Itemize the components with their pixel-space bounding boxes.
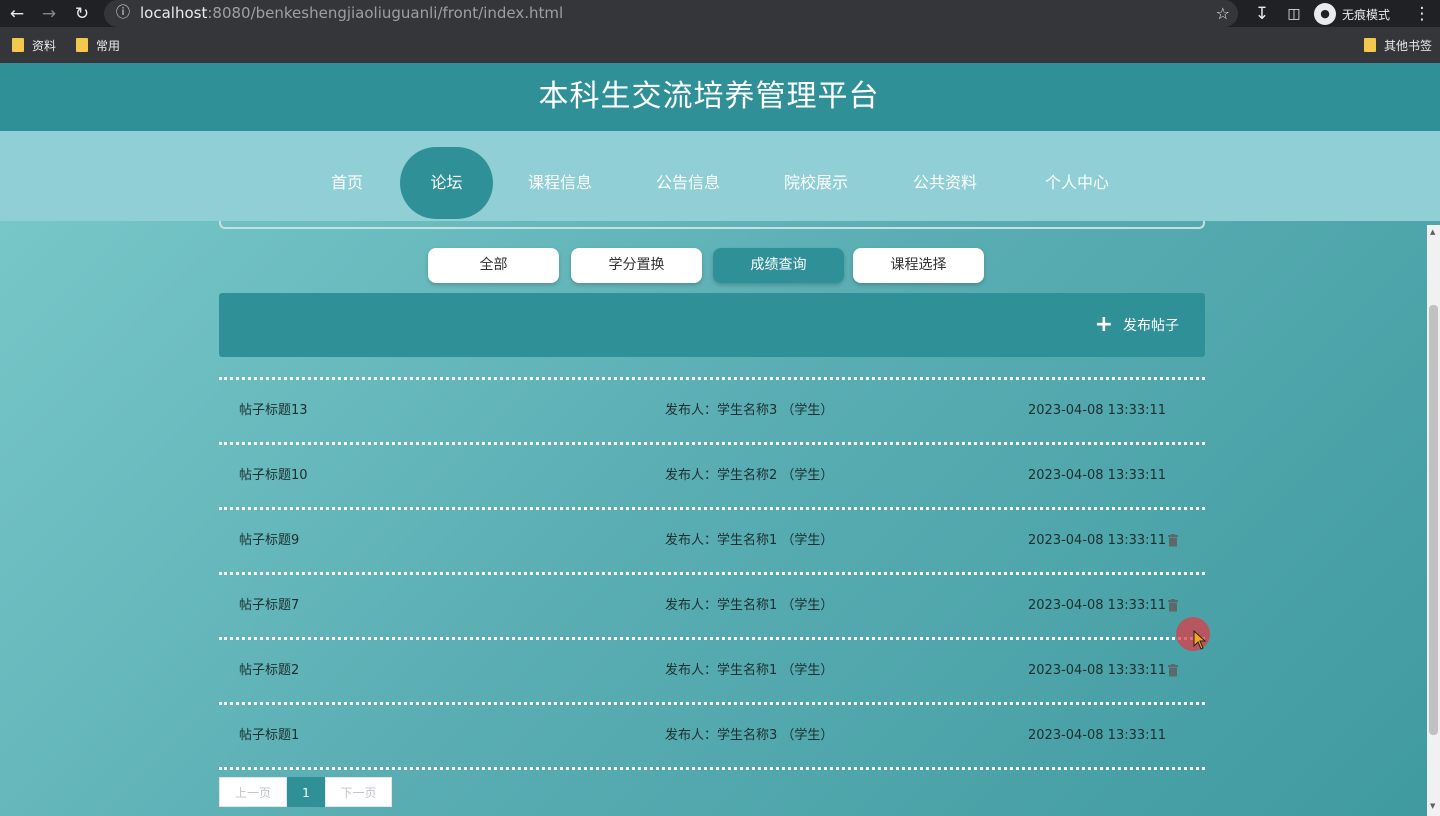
category-grade-query[interactable]: 成绩查询 [713, 248, 844, 283]
menu-kebab-icon[interactable]: ⋮ [1411, 3, 1433, 25]
forum-toolbar: + 发布帖子 [219, 293, 1205, 357]
post-author: 发布人：学生名称2 （学生） [665, 468, 834, 483]
nav-item-courses[interactable]: 课程信息 [515, 147, 605, 219]
post-row[interactable]: 帖子标题1 发布人：学生名称3 （学生） 2023-04-08 13:33:11 [219, 702, 1205, 767]
post-author: 发布人：学生名称3 （学生） [665, 403, 834, 418]
post-author: 发布人：学生名称3 （学生） [665, 728, 834, 743]
post-time: 2023-04-08 13:33:11 [1028, 728, 1167, 743]
address-bar[interactable]: ⓘ localhost:8080/benkeshengjiaoliuguanli… [104, 0, 1238, 27]
bookmark-star-icon[interactable]: ☆ [1216, 3, 1230, 25]
post-time: 2023-04-08 13:33:11 [1028, 403, 1167, 418]
site-title: 本科生交流培养管理平台 [538, 79, 880, 114]
delete-trash-icon[interactable] [1167, 664, 1179, 677]
folder-icon [12, 38, 24, 52]
post-title[interactable]: 帖子标题10 [239, 445, 308, 507]
nav-item-home[interactable]: 首页 [316, 147, 378, 219]
post-time: 2023-04-08 13:33:11 [1028, 598, 1167, 613]
post-title[interactable]: 帖子标题2 [239, 640, 299, 702]
other-bookmarks[interactable]: 其他书签 [1364, 36, 1432, 54]
vertical-scrollbar[interactable]: ▲ ▼ [1427, 225, 1440, 816]
reload-icon[interactable]: ↻ [71, 3, 93, 25]
main-nav: 首页 论坛 课程信息 公告信息 院校展示 公共资料 个人中心 [0, 131, 1440, 221]
category-all[interactable]: 全部 [428, 248, 559, 283]
back-icon[interactable]: ← [6, 3, 28, 25]
bookmark-label: 资料 [32, 38, 57, 53]
post-author: 发布人：学生名称1 （学生） [665, 598, 834, 613]
scroll-up-arrow-icon[interactable]: ▲ [1430, 229, 1437, 236]
publish-post-button[interactable]: + 发布帖子 [1095, 293, 1179, 357]
post-row[interactable]: 帖子标题7 发布人：学生名称1 （学生） 2023-04-08 13:33:11 [219, 572, 1205, 637]
list-divider [219, 767, 1205, 770]
folder-icon [1364, 38, 1376, 52]
pagination: 上一页 1 下一页 [219, 777, 392, 807]
side-panel-icon[interactable]: ◫ [1283, 3, 1305, 25]
post-row[interactable]: 帖子标题13 发布人：学生名称3 （学生） 2023-04-08 13:33:1… [219, 377, 1205, 442]
delete-trash-icon[interactable] [1167, 534, 1179, 547]
post-row[interactable]: 帖子标题2 发布人：学生名称1 （学生） 2023-04-08 13:33:11 [219, 637, 1205, 702]
site-info-icon[interactable]: ⓘ [114, 4, 132, 22]
folder-icon [76, 38, 88, 52]
next-page-button[interactable]: 下一页 [325, 777, 392, 807]
mouse-cursor-icon [1193, 630, 1207, 650]
post-time: 2023-04-08 13:33:11 [1028, 533, 1167, 548]
page-number-button[interactable]: 1 [287, 777, 325, 807]
post-title[interactable]: 帖子标题9 [239, 510, 299, 572]
post-time: 2023-04-08 13:33:11 [1028, 468, 1167, 483]
page-content: 本科生交流培养管理平台 首页 论坛 课程信息 公告信息 院校展示 公共资料 个人… [0, 63, 1440, 816]
prev-page-button[interactable]: 上一页 [219, 777, 287, 807]
nav-item-profile[interactable]: 个人中心 [1032, 147, 1122, 219]
post-title[interactable]: 帖子标题13 [239, 380, 308, 442]
category-credit-transfer[interactable]: 学分置换 [571, 248, 702, 283]
nav-item-notices[interactable]: 公告信息 [643, 147, 733, 219]
post-author: 发布人：学生名称1 （学生） [665, 663, 834, 678]
search-box-edge [219, 221, 1205, 229]
incognito-icon: ● [1314, 3, 1336, 25]
post-row[interactable]: 帖子标题10 发布人：学生名称2 （学生） 2023-04-08 13:33:1… [219, 442, 1205, 507]
bookmarks-bar: 资料 常用 其他书签 [0, 27, 1440, 63]
bookmark-label: 常用 [96, 38, 121, 53]
browser-toolbar: ← → ↻ ⓘ localhost:8080/benkeshengjiaoliu… [0, 0, 1440, 27]
scroll-down-arrow-icon[interactable]: ▼ [1430, 803, 1437, 810]
scrollbar-thumb[interactable] [1429, 305, 1438, 735]
delete-trash-icon[interactable] [1167, 599, 1179, 612]
publish-label: 发布帖子 [1123, 318, 1179, 334]
forward-icon[interactable]: → [38, 3, 60, 25]
bookmark-label: 其他书签 [1384, 38, 1433, 53]
bookmark-folder-1[interactable]: 资料 [12, 36, 56, 54]
post-author: 发布人：学生名称1 （学生） [665, 533, 834, 548]
post-row[interactable]: 帖子标题9 发布人：学生名称1 （学生） 2023-04-08 13:33:11 [219, 507, 1205, 572]
nav-item-forum[interactable]: 论坛 [400, 147, 493, 219]
url-text: localhost:8080/benkeshengjiaoliuguanli/f… [140, 4, 564, 22]
post-list: 帖子标题13 发布人：学生名称3 （学生） 2023-04-08 13:33:1… [219, 377, 1205, 770]
nav-item-resources[interactable]: 公共资料 [900, 147, 990, 219]
download-icon[interactable]: ↧ [1251, 3, 1273, 25]
post-time: 2023-04-08 13:33:11 [1028, 663, 1167, 678]
incognito-label: 无痕模式 [1342, 7, 1391, 22]
plus-icon: + [1094, 312, 1113, 337]
bookmark-folder-2[interactable]: 常用 [76, 36, 120, 54]
post-title[interactable]: 帖子标题7 [239, 575, 299, 637]
site-header: 本科生交流培养管理平台 [0, 63, 1440, 131]
post-title[interactable]: 帖子标题1 [239, 705, 299, 767]
category-course-selection[interactable]: 课程选择 [853, 248, 984, 283]
incognito-indicator[interactable]: ● 无痕模式 [1314, 3, 1390, 25]
nav-item-schools[interactable]: 院校展示 [771, 147, 861, 219]
